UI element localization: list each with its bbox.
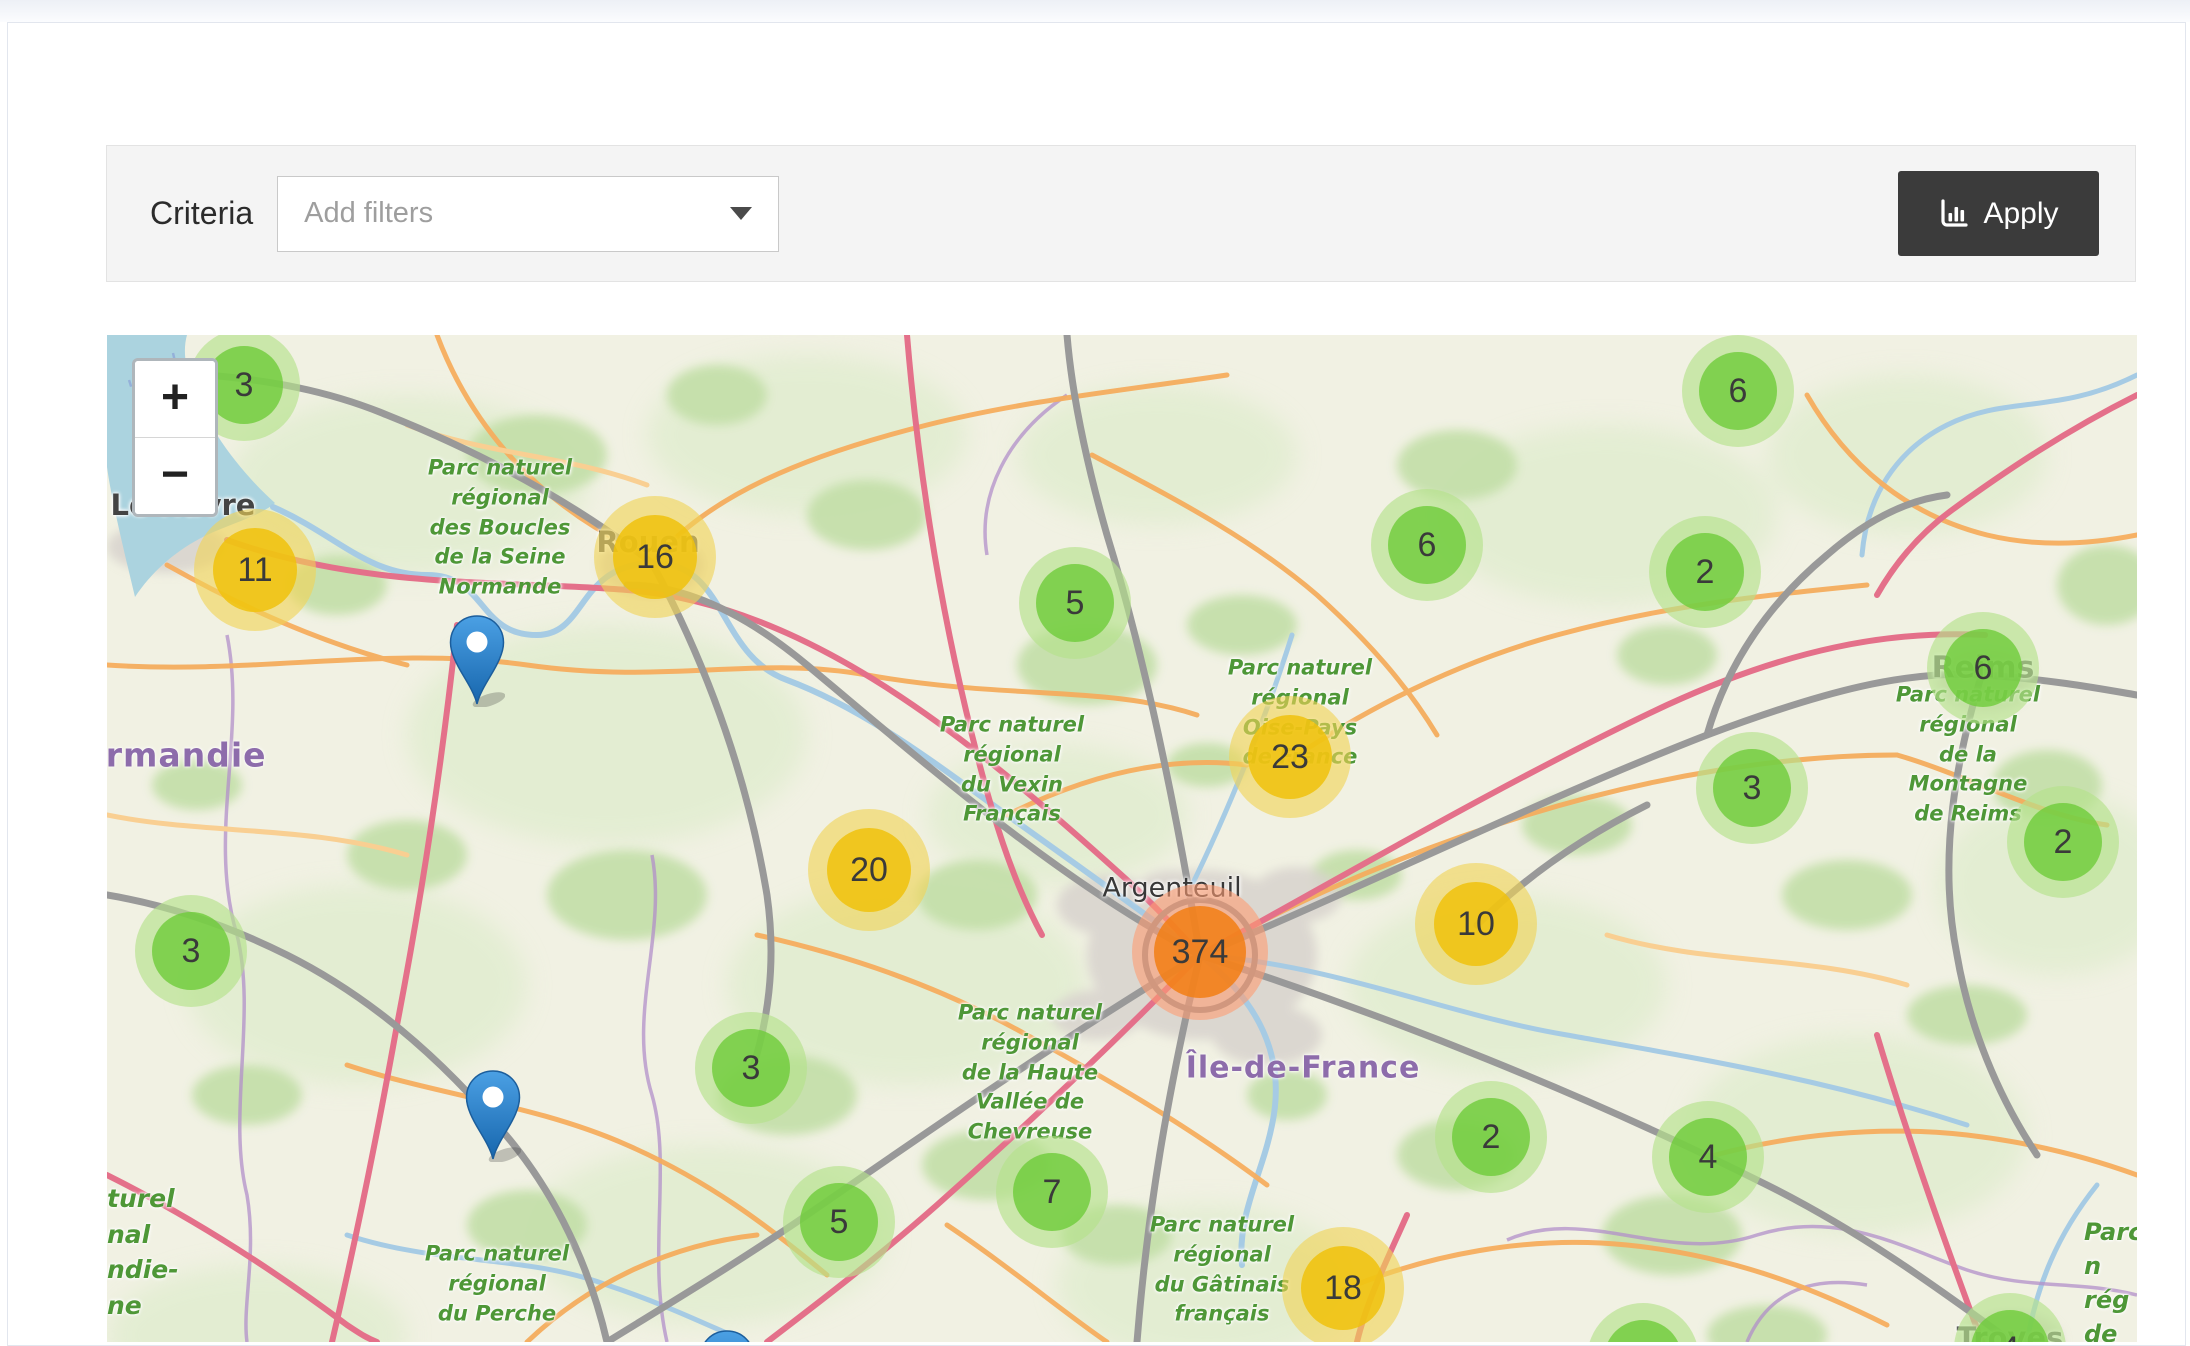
- map-zoom-control: + −: [132, 358, 218, 517]
- map-cluster-marker[interactable]: 23: [1248, 715, 1332, 799]
- cluster-count: 4: [1669, 1118, 1747, 1196]
- apply-button[interactable]: Apply: [1898, 171, 2099, 256]
- map-cluster-marker[interactable]: 3: [1713, 749, 1791, 827]
- chevron-down-icon: [730, 207, 752, 220]
- map-cluster-marker[interactable]: 2: [1452, 1098, 1530, 1176]
- cluster-count: 2: [1452, 1098, 1530, 1176]
- map-cluster-marker[interactable]: 6: [1388, 506, 1466, 584]
- map-cluster-marker[interactable]: 5: [800, 1183, 878, 1261]
- criteria-label: Criteria: [150, 195, 253, 232]
- map-cluster-marker[interactable]: 10: [1434, 882, 1518, 966]
- cluster-count: 5: [1036, 564, 1114, 642]
- zoom-out-button[interactable]: −: [135, 438, 215, 514]
- map-pin-marker[interactable]: [699, 1330, 755, 1342]
- cluster-count: 10: [1434, 882, 1518, 966]
- map-markers-layer: 311165662623322010374332475184: [107, 335, 2137, 1342]
- cluster-count: 374: [1154, 906, 1246, 998]
- map-cluster-marker[interactable]: 4: [1669, 1118, 1747, 1196]
- cluster-count: 23: [1248, 715, 1332, 799]
- criteria-bar: Criteria Add filters Apply: [106, 145, 2136, 282]
- map-container[interactable]: Parc naturel régional des Boucles de la …: [107, 335, 2137, 1342]
- map-cluster-marker[interactable]: 6: [1944, 629, 2022, 707]
- map-cluster-marker[interactable]: 2: [2024, 803, 2102, 881]
- cluster-count: 16: [613, 515, 697, 599]
- cluster-count: 2: [1666, 533, 1744, 611]
- add-filters-dropdown[interactable]: Add filters: [277, 176, 779, 252]
- map-cluster-marker[interactable]: 20: [827, 828, 911, 912]
- cluster-count: 3: [152, 912, 230, 990]
- cluster-count: 3: [1713, 749, 1791, 827]
- map-cluster-marker[interactable]: 6: [1699, 352, 1777, 430]
- map-cluster-marker[interactable]: 16: [613, 515, 697, 599]
- map-cluster-marker[interactable]: 18: [1301, 1246, 1385, 1330]
- map-cluster-marker[interactable]: [1604, 1320, 1682, 1342]
- map-cluster-marker[interactable]: 3: [152, 912, 230, 990]
- map-cluster-marker[interactable]: 7: [1013, 1153, 1091, 1231]
- cluster-count: 7: [1013, 1153, 1091, 1231]
- cluster-count: 11: [213, 528, 297, 612]
- content-panel: Criteria Add filters Apply: [7, 22, 2186, 1346]
- cluster-count: 5: [800, 1183, 878, 1261]
- dropdown-placeholder: Add filters: [304, 197, 730, 230]
- cluster-count: 3: [712, 1029, 790, 1107]
- cluster-count: 6: [1699, 352, 1777, 430]
- map-cluster-marker[interactable]: 5: [1036, 564, 1114, 642]
- chart-bar-icon: [1938, 198, 1970, 230]
- cluster-count: 6: [1944, 629, 2022, 707]
- top-strip: [0, 0, 2190, 22]
- cluster-count: 18: [1301, 1246, 1385, 1330]
- map-pin-marker[interactable]: [465, 1070, 521, 1162]
- cluster-count: 20: [827, 828, 911, 912]
- cluster-count: 2: [2024, 803, 2102, 881]
- apply-label: Apply: [1983, 197, 2058, 231]
- map-cluster-marker[interactable]: 2: [1666, 533, 1744, 611]
- map-cluster-marker[interactable]: 11: [213, 528, 297, 612]
- map-cluster-marker[interactable]: 374: [1154, 906, 1246, 998]
- map-cluster-marker[interactable]: 3: [712, 1029, 790, 1107]
- map-cluster-marker[interactable]: 4: [1971, 1310, 2049, 1342]
- map-pin-marker[interactable]: [449, 615, 505, 707]
- zoom-in-button[interactable]: +: [135, 361, 215, 438]
- cluster-count: 6: [1388, 506, 1466, 584]
